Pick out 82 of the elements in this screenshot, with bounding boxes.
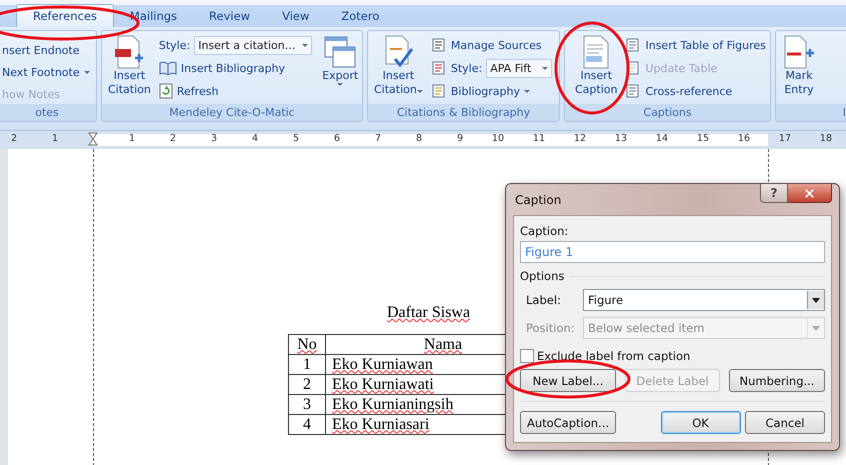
insert-citation-button[interactable]: Insert Citation	[106, 35, 153, 97]
group-label: Citations & Bibliography	[368, 104, 559, 121]
style-label: Style:	[450, 62, 482, 74]
options-heading: Options	[520, 269, 564, 283]
document-icon	[581, 35, 612, 69]
dialog-button[interactable]: New Label...	[520, 369, 616, 392]
ruler-number: 15	[696, 133, 709, 144]
ruler-number: 1	[52, 133, 58, 144]
group-label: Mendeley Cite-O-Matic	[102, 104, 362, 121]
windows-icon	[323, 35, 358, 69]
ruler-number: 7	[374, 133, 381, 144]
group-label: I	[776, 104, 846, 121]
mark-entry-button[interactable]: Mark Entry	[780, 35, 818, 97]
document-icon	[625, 83, 642, 99]
checkbox[interactable]	[520, 349, 534, 363]
ribbon-tab[interactable]: Zotero	[325, 5, 396, 27]
position-label: Position:	[526, 321, 575, 335]
ruler-number: 11	[532, 133, 545, 144]
group-label: Captions	[565, 104, 770, 121]
ruler-number: 6	[334, 133, 340, 144]
book-icon	[158, 61, 177, 75]
caption-label: Caption:	[520, 224, 570, 238]
dialog-title: Caption	[514, 192, 562, 206]
caret-icon	[416, 90, 423, 93]
ruler-number: 18	[820, 133, 832, 144]
dropdown-arrow-icon	[812, 326, 820, 330]
style-label: Style:	[158, 38, 190, 52]
ruler-number: 17	[778, 133, 791, 144]
ruler-number: 2	[10, 133, 17, 144]
dialog-button[interactable]: OK	[660, 411, 740, 434]
refresh-icon	[158, 83, 173, 99]
caption-input[interactable]: Figure 1	[520, 241, 825, 263]
insert-citation-button[interactable]: Insert Citation	[372, 35, 425, 97]
style-dropdown[interactable]: APA Fift	[486, 58, 552, 78]
dropdown-arrow-icon	[812, 298, 820, 302]
ribbon-tab[interactable]: View	[266, 5, 326, 27]
ruler-number: 1	[128, 133, 135, 144]
ribbon-tab[interactable]: Review	[193, 5, 266, 27]
style-dropdown[interactable]: Insert a citation...	[194, 36, 312, 54]
refresh-button[interactable]: Refresh	[158, 81, 312, 101]
label-label: Label:	[526, 293, 561, 307]
help-button[interactable]: ?	[760, 184, 788, 203]
close-icon	[803, 186, 816, 200]
ruler-number: 13	[614, 133, 627, 144]
insert-bibliography-button[interactable]: Insert Bibliography	[158, 58, 312, 78]
caret-icon	[524, 90, 530, 92]
document-title: Daftar Siswa	[387, 304, 470, 322]
ruler-number: 3	[210, 133, 217, 144]
ribbon-button[interactable]: nsert Endnote	[2, 40, 90, 60]
table-cell: 4	[288, 414, 326, 434]
ruler-number: 14	[656, 133, 668, 144]
manage-sources-button[interactable]: Manage Sources	[430, 35, 552, 55]
ruler-number: 16	[738, 133, 750, 144]
document-icon	[625, 37, 642, 53]
ruler-number: 12	[574, 133, 586, 144]
export-button[interactable]: Export	[320, 35, 360, 86]
caret-icon	[337, 83, 344, 86]
caret-icon	[84, 70, 90, 74]
ruler-number: 4	[252, 133, 258, 144]
dialog-button[interactable]: Cancel	[745, 411, 825, 434]
close-button[interactable]	[788, 184, 832, 203]
ribbon-button[interactable]: Insert Table of Figures	[625, 35, 766, 55]
table-cell: 1	[288, 354, 326, 374]
ruler-number: 9	[456, 133, 463, 144]
caret-icon	[542, 66, 548, 70]
dialog-button[interactable]: AutoCaption...	[520, 411, 616, 434]
ruler-number: 10	[492, 133, 504, 144]
table-cell: 2	[288, 374, 326, 394]
ribbon-button[interactable]: Cross-reference	[625, 81, 766, 101]
ruler-number: 8	[416, 133, 422, 144]
ribbon-button[interactable]: Next Footnote	[2, 62, 90, 82]
table-cell: 3	[288, 394, 326, 414]
ruler-number: 5	[292, 133, 299, 144]
ribbon-tab[interactable]: Mailings	[114, 5, 194, 27]
caret-icon	[302, 44, 308, 46]
document-icon	[782, 35, 816, 69]
group-label: otes	[0, 104, 96, 121]
table-header: No	[288, 334, 326, 354]
bibliography-button[interactable]: Bibliography	[430, 81, 552, 101]
ruler-number: 2	[170, 133, 176, 144]
dialog-button[interactable]: Numbering...	[729, 369, 825, 392]
label-dropdown[interactable]: Figure	[583, 289, 825, 311]
